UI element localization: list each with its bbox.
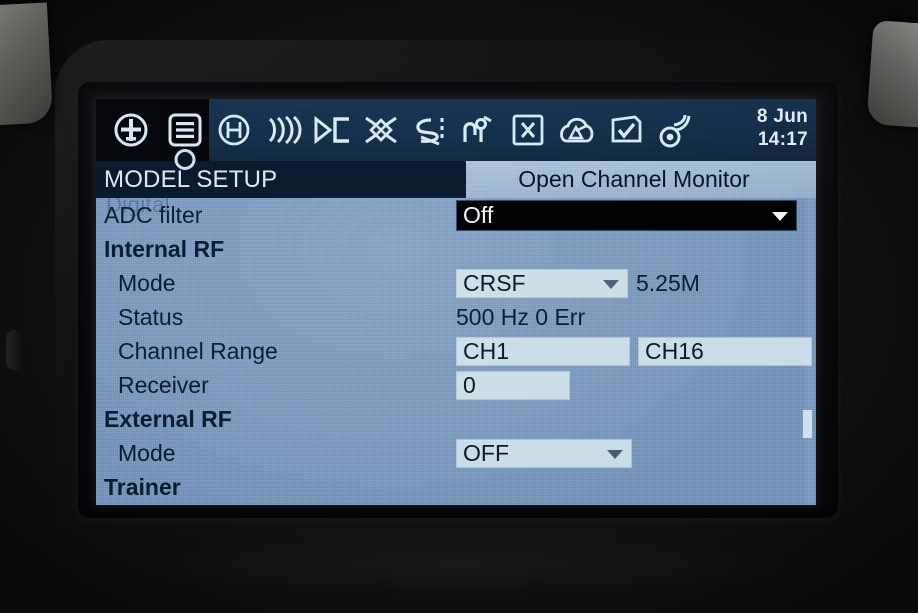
internal-rf-mode-field-zone: CRSF 5.25M: [456, 266, 700, 300]
inputs-icon[interactable]: [307, 99, 356, 161]
chevron-down-icon: [603, 280, 619, 289]
outputs-icon[interactable]: [405, 99, 454, 161]
scrollbar-thumb[interactable]: [803, 410, 812, 438]
page-title-text: MODEL SETUP: [104, 165, 278, 193]
row-trainer-header[interactable]: Trainer: [96, 470, 816, 504]
internal-rf-channel-range-field-1[interactable]: CH1: [456, 336, 630, 366]
internal-rf-mode-label: Mode: [118, 269, 176, 296]
bezel-shadow: [120, 535, 800, 595]
model-setup-icon[interactable]: [160, 99, 209, 161]
grip-pad-right: [866, 20, 918, 128]
external-rf-mode-label: Mode: [118, 439, 176, 466]
internal-rf-mode-dropdown[interactable]: CRSF: [456, 268, 628, 298]
internal-rf-status-label: Status: [118, 303, 184, 330]
chevron-down-icon: [772, 212, 788, 221]
mixer-icon[interactable]: [356, 99, 405, 161]
external-rf-mode-dropdown[interactable]: OFF: [456, 438, 632, 468]
internal-rf-channel-range-field-zone: CH1 CH16: [456, 334, 812, 368]
rows-container: ADC filter Off Internal RF Mode CRSF 5.25M Sta…: [96, 198, 816, 504]
row-internal-rf-receiver[interactable]: Receiver 0: [96, 368, 816, 402]
special-functions-icon[interactable]: [601, 99, 650, 161]
grip-pad-left: [0, 2, 54, 126]
external-rf-mode-field-zone: OFF: [456, 436, 632, 470]
global-variables-icon[interactable]: [503, 99, 552, 161]
flight-modes-icon[interactable]: [258, 99, 307, 161]
internal-rf-mode-suffix: 5.25M: [636, 269, 700, 296]
open-channel-monitor-label: Open Channel Monitor: [518, 166, 750, 192]
internal-rf-channel-range-label: Channel Range: [118, 337, 278, 364]
adc-filter-label: ADC filter: [104, 201, 203, 228]
internal-rf-status-value: 500 Hz 0 Err: [456, 303, 586, 330]
adc-filter-value: Off: [463, 201, 494, 228]
row-external-rf-header[interactable]: External RF: [96, 402, 816, 436]
curves-icon[interactable]: [454, 99, 503, 161]
heli-setup-icon[interactable]: [209, 99, 258, 161]
row-adc-filter[interactable]: ADC filter Off: [96, 198, 816, 232]
settings-list: Digital ADC filter Off Internal RF Mode CRSF…: [96, 192, 816, 505]
row-external-rf-mode[interactable]: Mode OFF: [96, 436, 816, 470]
adc-filter-dropdown[interactable]: Off: [456, 199, 797, 231]
scrollbar-track[interactable]: [803, 198, 814, 505]
internal-rf-receiver-field[interactable]: 0: [456, 370, 570, 400]
title-bar: MODEL SETUP Open Channel Monitor: [96, 161, 816, 198]
row-internal-rf-channel-range[interactable]: Channel Range CH1 CH16: [96, 334, 816, 368]
chevron-down-icon: [607, 450, 623, 459]
internal-rf-status-field-zone: 500 Hz 0 Err: [456, 300, 585, 334]
internal-rf-channel-range-field-2[interactable]: CH16: [638, 336, 812, 366]
internal-rf-receiver-field-zone: 0: [456, 368, 570, 402]
radio-transmitter-device: 8 Jun 14:17 MODEL SETUP Open Channel Mon…: [0, 0, 918, 613]
adc-filter-field-zone: Off: [456, 198, 797, 232]
row-internal-rf-mode[interactable]: Mode CRSF 5.25M: [96, 266, 816, 300]
telemetry-icon[interactable]: [650, 99, 699, 161]
top-toolbar: 8 Jun 14:17: [96, 99, 816, 161]
open-channel-monitor-button[interactable]: Open Channel Monitor: [466, 161, 816, 198]
toolbar-clock: 8 Jun 14:17: [757, 105, 808, 151]
trainer-header-label: Trainer: [104, 473, 181, 500]
toolbar-time: 14:17: [757, 129, 808, 150]
row-internal-rf-header[interactable]: Internal RF: [96, 232, 816, 266]
internal-rf-header-label: Internal RF: [104, 235, 225, 262]
lcd-screen: 8 Jun 14:17 MODEL SETUP Open Channel Mon…: [96, 99, 816, 505]
toolbar-date: 8 Jun: [756, 106, 808, 127]
external-rf-mode-value: OFF: [463, 439, 509, 466]
model-select-icon[interactable]: [102, 99, 160, 161]
row-internal-rf-status[interactable]: Status 500 Hz 0 Err: [96, 300, 816, 334]
internal-rf-mode-value: CRSF: [463, 269, 526, 296]
internal-rf-receiver-label: Receiver: [118, 371, 209, 398]
side-button-left[interactable]: [6, 330, 24, 370]
logical-switches-icon[interactable]: [552, 99, 601, 161]
external-rf-header-label: External RF: [104, 405, 232, 432]
